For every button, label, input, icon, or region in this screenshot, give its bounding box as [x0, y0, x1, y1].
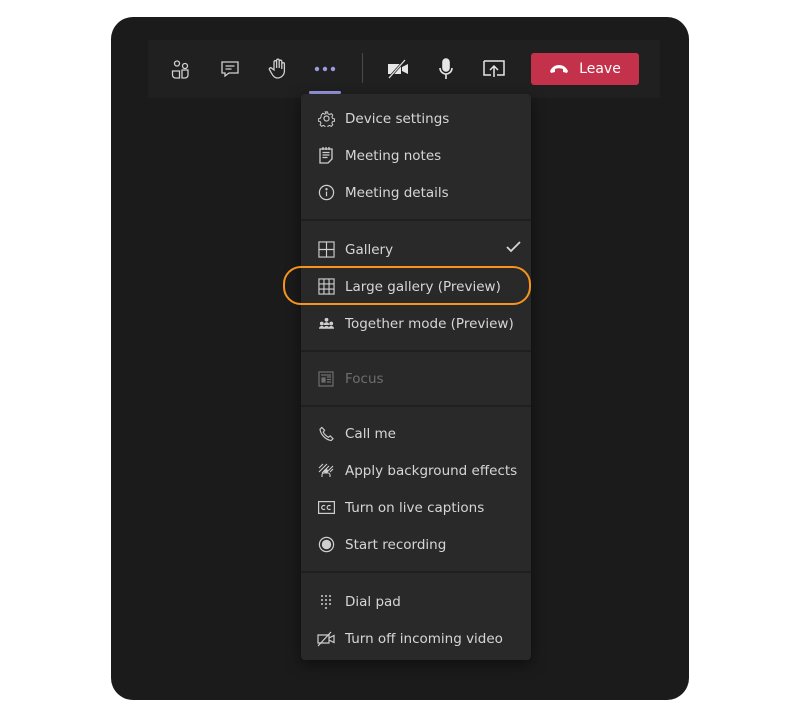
- menu-item-label: Meeting details: [345, 184, 449, 201]
- more-icon: [314, 66, 336, 72]
- menu-item-label: Device settings: [345, 110, 450, 127]
- microphone-button[interactable]: [426, 40, 466, 98]
- menu-item-device-settings[interactable]: Device settings: [301, 100, 531, 137]
- grid-icon: [317, 241, 335, 258]
- menu-item-label: Gallery: [345, 241, 394, 258]
- leave-label: Leave: [579, 61, 621, 77]
- menu-item-meeting-details[interactable]: Meeting details: [301, 174, 531, 211]
- more-actions-menu: Device settings Meeting notes Meeting de…: [283, 94, 531, 663]
- background-effects-icon: [318, 463, 334, 477]
- menu-item-dial-pad[interactable]: Dial pad: [301, 583, 531, 620]
- dialpad-icon: [321, 595, 331, 609]
- menu-section-focus: Focus: [301, 352, 531, 407]
- menu-item-meeting-notes[interactable]: Meeting notes: [301, 137, 531, 174]
- checkmark-icon: [506, 241, 521, 253]
- menu-item-incoming-video[interactable]: Turn off incoming video: [301, 620, 531, 657]
- captions-icon: [317, 501, 335, 514]
- participants-button[interactable]: [161, 40, 201, 98]
- more-actions-button[interactable]: [305, 40, 345, 98]
- menu-item-start-recording[interactable]: Start recording: [301, 526, 531, 563]
- chat-button[interactable]: [210, 40, 250, 98]
- info-icon: [318, 184, 334, 201]
- hang-up-icon: [550, 65, 569, 73]
- phone-icon: [318, 426, 334, 441]
- together-icon: [318, 317, 334, 329]
- notes-icon: [319, 147, 333, 164]
- toolbar-divider: [362, 53, 363, 83]
- meeting-window: Leave Device settings Meeting notes Meet…: [111, 17, 689, 700]
- large-grid-icon: [317, 278, 335, 295]
- menu-item-live-captions[interactable]: Turn on live captions: [301, 489, 531, 526]
- video-off-icon: [317, 631, 335, 646]
- menu-item-background-effects[interactable]: Apply background effects: [301, 452, 531, 489]
- menu-item-label: Call me: [345, 425, 396, 442]
- share-screen-icon: [483, 60, 505, 77]
- menu-section-meeting: Device settings Meeting notes Meeting de…: [301, 94, 531, 221]
- share-button[interactable]: [474, 40, 514, 98]
- raise-hand-button[interactable]: [258, 40, 298, 98]
- mic-icon: [439, 58, 453, 79]
- menu-item-label: Dial pad: [345, 593, 401, 610]
- menu-item-label: Apply background effects: [345, 462, 518, 479]
- record-icon: [318, 536, 334, 553]
- hand-icon: [268, 58, 286, 79]
- people-icon: [171, 60, 189, 79]
- menu-item-label: Focus: [345, 370, 384, 387]
- menu-item-gallery[interactable]: Gallery: [301, 231, 531, 268]
- menu-item-label: Together mode (Preview): [345, 315, 514, 332]
- menu-item-label: Turn on live captions: [345, 499, 485, 516]
- focus-icon: [318, 370, 334, 387]
- camera-off-icon: [388, 59, 408, 79]
- chat-icon: [221, 61, 239, 78]
- menu-item-together-mode[interactable]: Together mode (Preview): [301, 305, 531, 342]
- menu-section-actions: Call me Apply background effects Turn on…: [301, 407, 531, 573]
- menu-item-label: Turn off incoming video: [345, 630, 503, 647]
- menu-item-focus[interactable]: Focus: [301, 360, 531, 397]
- menu-item-label: Start recording: [345, 536, 447, 553]
- camera-button[interactable]: [378, 40, 418, 98]
- meeting-toolbar: Leave: [148, 40, 660, 98]
- gear-icon: [317, 111, 335, 127]
- menu-item-large-gallery[interactable]: Large gallery (Preview): [283, 266, 531, 305]
- menu-item-call-me[interactable]: Call me: [301, 415, 531, 452]
- menu-section-layout: Gallery Large gallery (Preview) Together…: [283, 221, 531, 352]
- menu-section-other: Dial pad Turn off incoming video: [301, 573, 531, 663]
- leave-button[interactable]: Leave: [531, 53, 639, 85]
- menu-item-label: Meeting notes: [345, 147, 442, 164]
- menu-item-label: Large gallery (Preview): [345, 278, 501, 295]
